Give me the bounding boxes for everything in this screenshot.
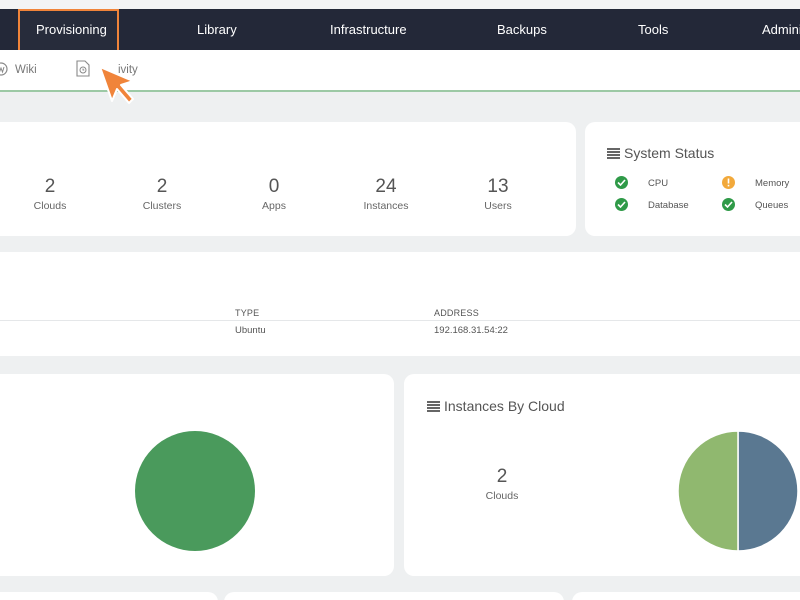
- status-label-queues: Queues: [755, 200, 789, 211]
- status-label-memory: Memory: [755, 178, 790, 189]
- stat-label: Clouds: [33, 200, 67, 212]
- main-navbar: Provisioning Library Infrastructure Back…: [0, 9, 800, 50]
- instances-by-cloud-card: Instances By Cloud 2 Clouds: [404, 374, 800, 576]
- wiki-icon: [0, 62, 8, 76]
- check-icon: [724, 201, 733, 208]
- stat-label: Users: [484, 200, 512, 212]
- instances-by-cloud-stat: 2 Clouds: [452, 466, 552, 502]
- summary-stats-card: 2 Clouds 2 Clusters 0 Apps 24 Instances …: [0, 122, 576, 236]
- cursor-arrow-icon: [99, 66, 134, 104]
- stat-apps[interactable]: 0 Apps: [224, 176, 324, 212]
- cell-address: 192.168.31.54:22: [434, 325, 508, 336]
- cell-type: Ubuntu: [235, 325, 266, 336]
- instances-by-cloud-title-text: Instances By Cloud: [444, 398, 565, 414]
- activity-icon: [76, 60, 90, 77]
- subnav-item-wiki[interactable]: Wiki: [15, 50, 37, 90]
- stat-value: 13: [487, 176, 509, 197]
- pie-slice[interactable]: [737, 430, 799, 552]
- stat-value: 2: [496, 466, 508, 487]
- system-status-card: System Status CPU Memory Database Queues: [585, 122, 800, 236]
- status-label-cpu: CPU: [648, 178, 669, 189]
- stat-value: 24: [375, 176, 397, 197]
- system-status-title: System Status: [607, 145, 714, 161]
- single-pie-chart[interactable]: [134, 430, 256, 552]
- nav-item-backups[interactable]: Backups: [497, 9, 547, 50]
- provisioning-highlight-box: [18, 9, 119, 52]
- stat-users[interactable]: 13 Users: [448, 176, 548, 212]
- stat-value: 2: [156, 176, 168, 197]
- stat-value: 2: [44, 176, 56, 197]
- instances-chart-card: [0, 374, 394, 576]
- nav-item-library[interactable]: Library: [197, 9, 237, 50]
- server-list-icon: [607, 148, 620, 159]
- stat-label: Clusters: [142, 200, 182, 212]
- check-icon: [617, 201, 626, 208]
- instances-by-cloud-title: Instances By Cloud: [427, 398, 565, 414]
- system-status-title-text: System Status: [624, 145, 715, 161]
- status-label-database: Database: [648, 200, 689, 211]
- pie-slice[interactable]: [135, 431, 255, 551]
- stat-label: Instances: [363, 200, 409, 212]
- instances-table-card: TYPE ADDRESS Ubuntu 192.168.31.54:22: [0, 252, 800, 356]
- window-top-strip: [0, 0, 800, 9]
- column-header-type[interactable]: TYPE: [235, 308, 259, 318]
- pie-slice[interactable]: [677, 430, 739, 552]
- nav-item-infrastructure[interactable]: Infrastructure: [330, 9, 407, 50]
- stat-instances[interactable]: 24 Instances: [336, 176, 436, 212]
- exclamation-icon: [727, 178, 730, 187]
- bottom-card-3: [572, 592, 800, 600]
- check-icon: [617, 179, 626, 186]
- nav-item-administration[interactable]: Admini: [762, 9, 800, 50]
- stat-clouds[interactable]: 2 Clouds: [0, 176, 100, 212]
- bottom-card-2: [224, 592, 564, 600]
- stat-label: Apps: [262, 200, 286, 212]
- cloud-pie-chart[interactable]: [677, 430, 799, 552]
- stat-clusters[interactable]: 2 Clusters: [112, 176, 212, 212]
- column-header-address[interactable]: ADDRESS: [434, 308, 479, 318]
- nav-item-tools[interactable]: Tools: [638, 9, 668, 50]
- table-header-divider: [0, 320, 800, 321]
- stat-label: Clouds: [485, 490, 519, 502]
- server-list-icon: [427, 401, 440, 412]
- bottom-card-1: [0, 592, 218, 600]
- stat-value: 0: [268, 176, 280, 197]
